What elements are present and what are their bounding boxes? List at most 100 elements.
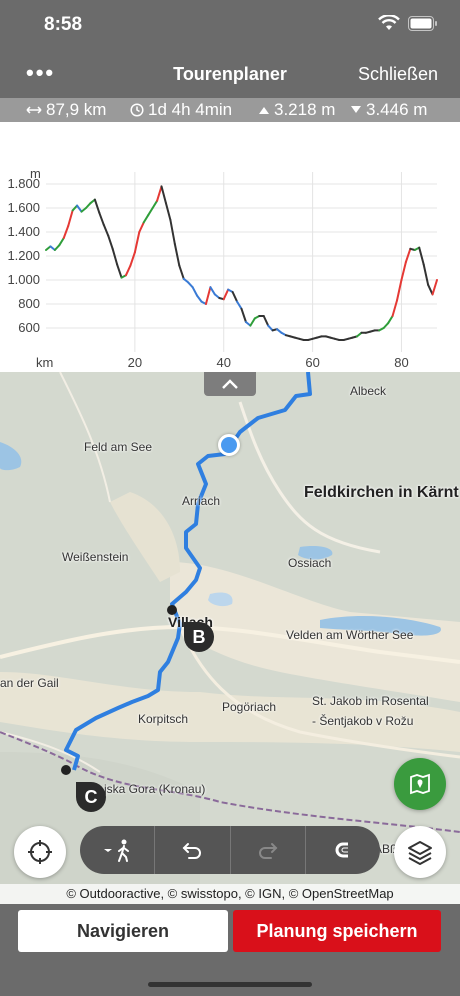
stat-ascent: 3.218 m (258, 100, 335, 120)
chevron-up-icon (222, 379, 238, 389)
elevation-line-segment (231, 291, 239, 303)
elevation-line-segment (431, 279, 438, 296)
map-label: Arriach (182, 494, 221, 508)
status-time: 8:58 (44, 14, 83, 35)
x-tick-label: 80 (394, 355, 408, 370)
map-view[interactable]: Albeck Feld am See Arriach Feldkirchen i… (0, 372, 460, 904)
map-label: Feld am See (84, 440, 153, 454)
elevation-line-segment (240, 307, 247, 323)
elevation-line-segment (129, 251, 136, 267)
elevation-line-segment (204, 286, 212, 305)
elevation-line-segment (138, 221, 145, 233)
current-location-dot (218, 434, 240, 456)
snap-to-route-button[interactable] (306, 826, 380, 874)
y-axis-label: m (30, 166, 41, 181)
elevation-line-segment (222, 288, 230, 301)
map-label: an der Gail (0, 676, 59, 690)
descent-icon (351, 106, 361, 113)
distance-value: 87,9 km (46, 100, 107, 119)
undo-button[interactable] (155, 826, 231, 874)
layers-button[interactable] (394, 826, 446, 878)
waypoint-dot (61, 765, 71, 775)
elevation-line-segment (156, 185, 163, 202)
wifi-icon (378, 15, 400, 30)
elevation-line-segment (133, 231, 141, 254)
undo-icon (182, 843, 202, 859)
map-attribution[interactable]: © Outdooractive, © swisstopo, © IGN, © O… (0, 884, 460, 904)
map-pin-icon (410, 773, 430, 795)
elevation-line-segment (173, 243, 181, 267)
redo-icon (258, 843, 278, 859)
elevation-line-segment (400, 261, 407, 281)
map-guide-button[interactable] (394, 758, 446, 810)
elevation-line-segment (124, 264, 132, 277)
x-tick-label: 60 (305, 355, 319, 370)
elevation-line-segment (111, 247, 119, 266)
waypoint-dot (167, 605, 177, 615)
elevation-line-segment (98, 211, 105, 226)
y-tick-label: 1.000 (7, 272, 40, 287)
ascent-icon (259, 107, 269, 114)
close-button[interactable]: Schließen (358, 64, 438, 85)
map-label: Ossiach (288, 556, 332, 570)
elevation-line-segment (262, 315, 270, 327)
locate-button[interactable] (14, 826, 66, 878)
duration-value: 1d 4h 4min (148, 100, 233, 119)
elevation-line-segment (164, 202, 172, 221)
map-label: Korpitsch (138, 712, 189, 726)
navigate-button[interactable]: Navigieren (18, 910, 228, 952)
stat-descent: 3.446 m (350, 100, 427, 120)
redo-button[interactable] (231, 826, 306, 874)
elevation-line-segment (142, 214, 150, 224)
home-indicator (148, 982, 312, 987)
elevation-line-segment (249, 317, 256, 327)
y-tick-label: 600 (18, 320, 40, 335)
waypoint-marker-b[interactable]: B (182, 620, 216, 654)
elevation-chart[interactable]: 1.800 1.600 1.400 1.200 1.000 800 600 20 40 60 80 m… (0, 122, 460, 372)
elevation-line-segment (76, 204, 83, 213)
layers-icon (408, 841, 432, 865)
walk-mode-button[interactable] (80, 826, 156, 874)
map-label: Weißenstein (62, 550, 129, 564)
magnet-icon (335, 842, 348, 858)
elevation-line-segment (396, 279, 403, 302)
elevation-line-segment (391, 299, 399, 317)
elevation-line-segment (191, 286, 199, 297)
elevation-line-segment (147, 207, 154, 217)
elevation-line-segment (209, 286, 216, 296)
bottom-bar: Navigieren Planung speichern (0, 904, 460, 996)
nav-bar: ••• Tourenplaner Schließen (0, 50, 460, 98)
marker-label: B (192, 627, 206, 647)
collapse-chart-button[interactable] (204, 372, 256, 396)
crosshair-icon (28, 840, 52, 864)
y-tick-label: 1.600 (7, 200, 40, 215)
elevation-line-segment (236, 300, 243, 310)
map-label: Pogöriach (222, 700, 277, 714)
elevation-line-segment (151, 199, 159, 209)
distance-icon (26, 106, 42, 114)
descent-value: 3.446 m (366, 100, 428, 119)
elevation-line-segment (160, 185, 167, 205)
map-label: Albeck (350, 384, 387, 398)
x-axis-label: km (36, 355, 53, 370)
save-plan-button[interactable]: Planung speichern (233, 910, 441, 952)
elevation-chart-svg: 1.8001.6001.4001.2001.00080060020 40 60 80m… (7, 166, 438, 370)
battery-icon (408, 15, 437, 31)
waypoint-marker-c[interactable]: C (74, 780, 108, 814)
map-label: St. Jakob im Rosental (312, 694, 429, 708)
walk-mode-icon (104, 839, 130, 862)
elevation-line-segment (116, 263, 123, 279)
status-icons (378, 15, 438, 31)
elevation-line-segment (422, 263, 430, 286)
elevation-line-segment (58, 237, 65, 247)
elevation-line-segment (404, 247, 412, 263)
map-label: jska Gora (Kronau) (104, 782, 206, 796)
marker-label: C (84, 787, 98, 807)
planning-toolbar (80, 826, 380, 874)
x-tick-label: 40 (216, 355, 230, 370)
status-bar: 8:58 (0, 0, 460, 50)
y-tick-label: 1.400 (7, 224, 40, 239)
ascent-value: 3.218 m (274, 100, 336, 119)
stat-distance: 87,9 km (26, 100, 106, 120)
elevation-line-segment (93, 198, 101, 214)
